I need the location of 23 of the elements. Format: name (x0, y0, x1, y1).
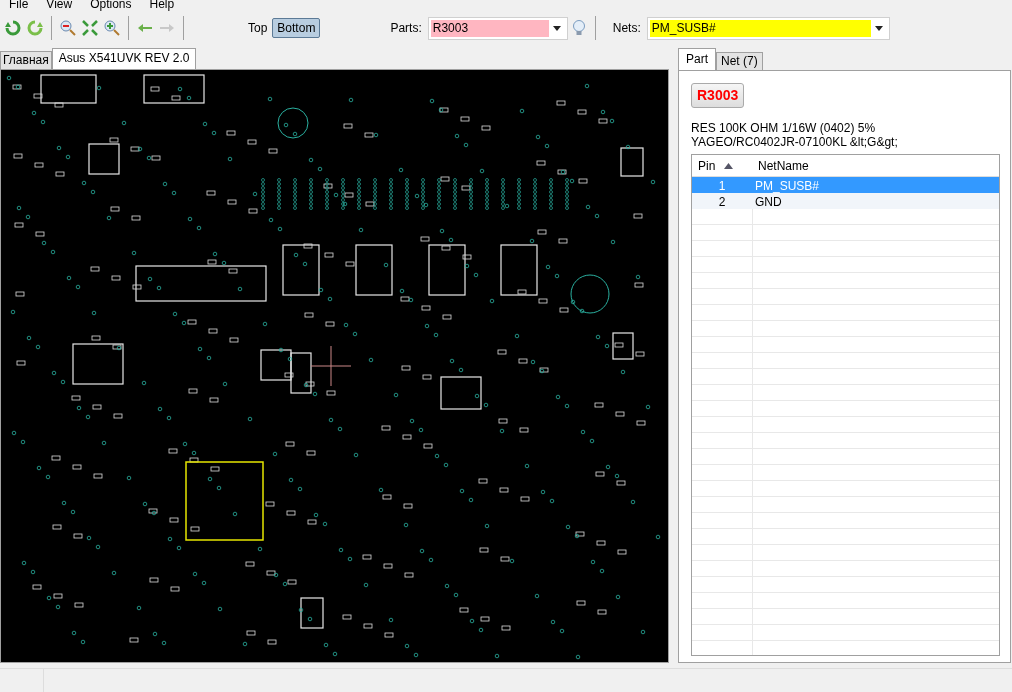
column-header[interactable]: NetName (758, 156, 809, 175)
document-tab[interactable]: Главная (0, 51, 52, 69)
menu-item[interactable]: View (37, 0, 82, 11)
parts-combo-box[interactable]: R3003 (427, 16, 568, 40)
table-row[interactable]: 2 GND (692, 193, 999, 209)
table-cell-text: GND (754, 194, 782, 209)
part-description: YAGEO/RC0402JR-07100KL &lt;G&gt; (691, 135, 899, 149)
panel-tab[interactable]: Part (678, 48, 716, 70)
document-tab[interactable]: Asus X541UVK REV 2.0 (51, 48, 197, 69)
nets-combo-box[interactable]: PM_SUSB# (646, 16, 890, 40)
menu-item[interactable]: Options (81, 0, 141, 11)
side-toggle-button[interactable]: Top (243, 18, 273, 38)
table-cell-text: 1 (717, 178, 727, 193)
menu-item[interactable]: Help (140, 0, 184, 11)
table-cell-text: 2 (717, 194, 727, 209)
side-toggle-button[interactable]: Bottom (272, 18, 321, 38)
panel-tab[interactable]: Net (7) (716, 52, 763, 70)
parts-label: Parts: (390, 20, 422, 37)
menu-item[interactable]: File (0, 0, 38, 11)
table-cell-text: PM_SUSB# (754, 178, 820, 193)
column-header[interactable]: Pin (698, 156, 716, 175)
nets-label: Nets: (612, 20, 641, 37)
part-description: RES 100K OHM 1/16W (0402) 5% (691, 121, 877, 135)
